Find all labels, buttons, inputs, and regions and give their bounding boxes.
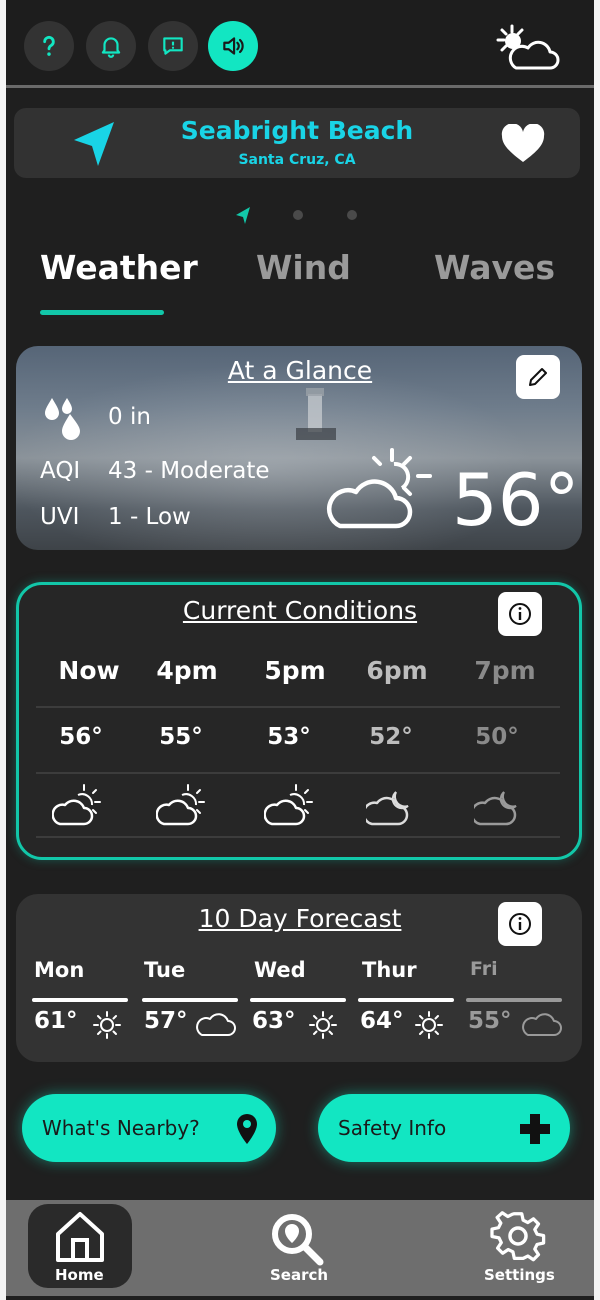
location-subtitle: Santa Cruz, CA [238,152,356,168]
notifications-button[interactable] [86,21,136,71]
lighthouse-image [296,388,336,440]
partly-sunny-icon [264,784,313,826]
help-icon [43,35,55,56]
gear-icon[interactable] [490,1208,546,1264]
rain-amount: 0 in [108,404,151,430]
nav-settings-label[interactable]: Settings [484,1266,555,1284]
pencil-icon [529,368,547,386]
active-tab-indicator [40,310,164,315]
sound-button[interactable] [208,21,258,71]
speaker-icon [223,37,244,55]
page-dot-active-icon [236,207,250,224]
nav-home-label[interactable]: Home [55,1266,104,1284]
aqi-label: AQI [40,458,81,484]
forecast-bar [250,998,346,1002]
forecast-bar [32,998,128,1002]
safety-info-label: Safety Info [338,1116,447,1140]
current-conditions-info-button[interactable] [498,592,542,636]
info-icon [509,913,531,935]
map-pin-icon [237,1114,257,1144]
forecast-temp: 55° [468,1008,512,1034]
glance-title: At a Glance [227,356,373,385]
medical-cross-icon [520,1114,550,1144]
divider [36,836,560,838]
hour-label: 7pm [474,656,536,685]
forecast-day: Mon [34,958,85,982]
sun-icon [93,1011,121,1039]
search-icon[interactable] [268,1212,328,1266]
hour-temp: 55° [159,724,203,750]
favorite-heart-icon[interactable] [500,124,546,164]
cloudy-night-icon [474,791,517,826]
hour-label: 5pm [264,656,326,685]
hour-temp: 56° [59,724,103,750]
hour-label: 4pm [156,656,218,685]
tab-weather[interactable]: Weather [40,248,198,287]
cloud-icon [196,1013,236,1036]
page-dot [347,210,357,220]
forecast-temp: 61° [34,1008,78,1034]
bell-icon [101,37,121,58]
sun-icon [415,1011,443,1039]
forecast-day: Thur [362,958,417,982]
forecast-bar [142,998,238,1002]
nav-search-label[interactable]: Search [270,1266,328,1284]
info-icon [509,603,531,625]
forecast-day: Wed [254,958,306,982]
forecast-temp: 57° [144,1008,188,1034]
partly-cloudy-icon [326,448,432,529]
cloudy-night-icon [366,791,409,826]
whats-nearby-button[interactable]: What's Nearby? [22,1094,276,1162]
edit-button[interactable] [516,355,560,399]
hour-temp: 53° [267,724,311,750]
tab-waves[interactable]: Waves [434,248,555,287]
hour-label: Now [58,656,120,685]
page-indicator[interactable] [232,202,372,228]
hour-temp: 50° [475,724,519,750]
forecast-temp: 63° [252,1008,296,1034]
hour-label: 6pm [366,656,428,685]
feedback-button[interactable] [148,21,198,71]
partly-sunny-icon [52,784,101,826]
uvi-value: 1 - Low [108,504,191,530]
hour-temp: 52° [369,724,413,750]
forecast-info-button[interactable] [498,902,542,946]
aqi-value: 43 - Moderate [108,458,270,484]
forecast-temp: 64° [360,1008,404,1034]
cloud-icon [522,1013,562,1036]
forecast-bar [466,998,562,1002]
location-name: Seabright Beach [180,116,414,145]
weather-mode-icon[interactable] [492,22,560,76]
help-button[interactable] [24,21,74,71]
partly-sunny-icon [156,784,205,826]
safety-info-button[interactable]: Safety Info [318,1094,570,1162]
rain-drops-icon [45,398,80,440]
forecast-bar [358,998,454,1002]
divider [36,706,560,708]
forecast-day: Fri [470,958,498,980]
divider [36,772,560,774]
whats-nearby-label: What's Nearby? [42,1116,200,1140]
home-icon [56,1212,104,1262]
forecast-day: Tue [144,958,186,982]
uvi-label: UVI [40,504,80,530]
location-card[interactable]: Seabright Beach Santa Cruz, CA [14,108,580,178]
page-dot [293,210,303,220]
message-icon [163,37,183,55]
current-temperature: 56° [452,458,580,542]
sun-icon [309,1011,337,1039]
tab-wind[interactable]: Wind [256,248,351,287]
